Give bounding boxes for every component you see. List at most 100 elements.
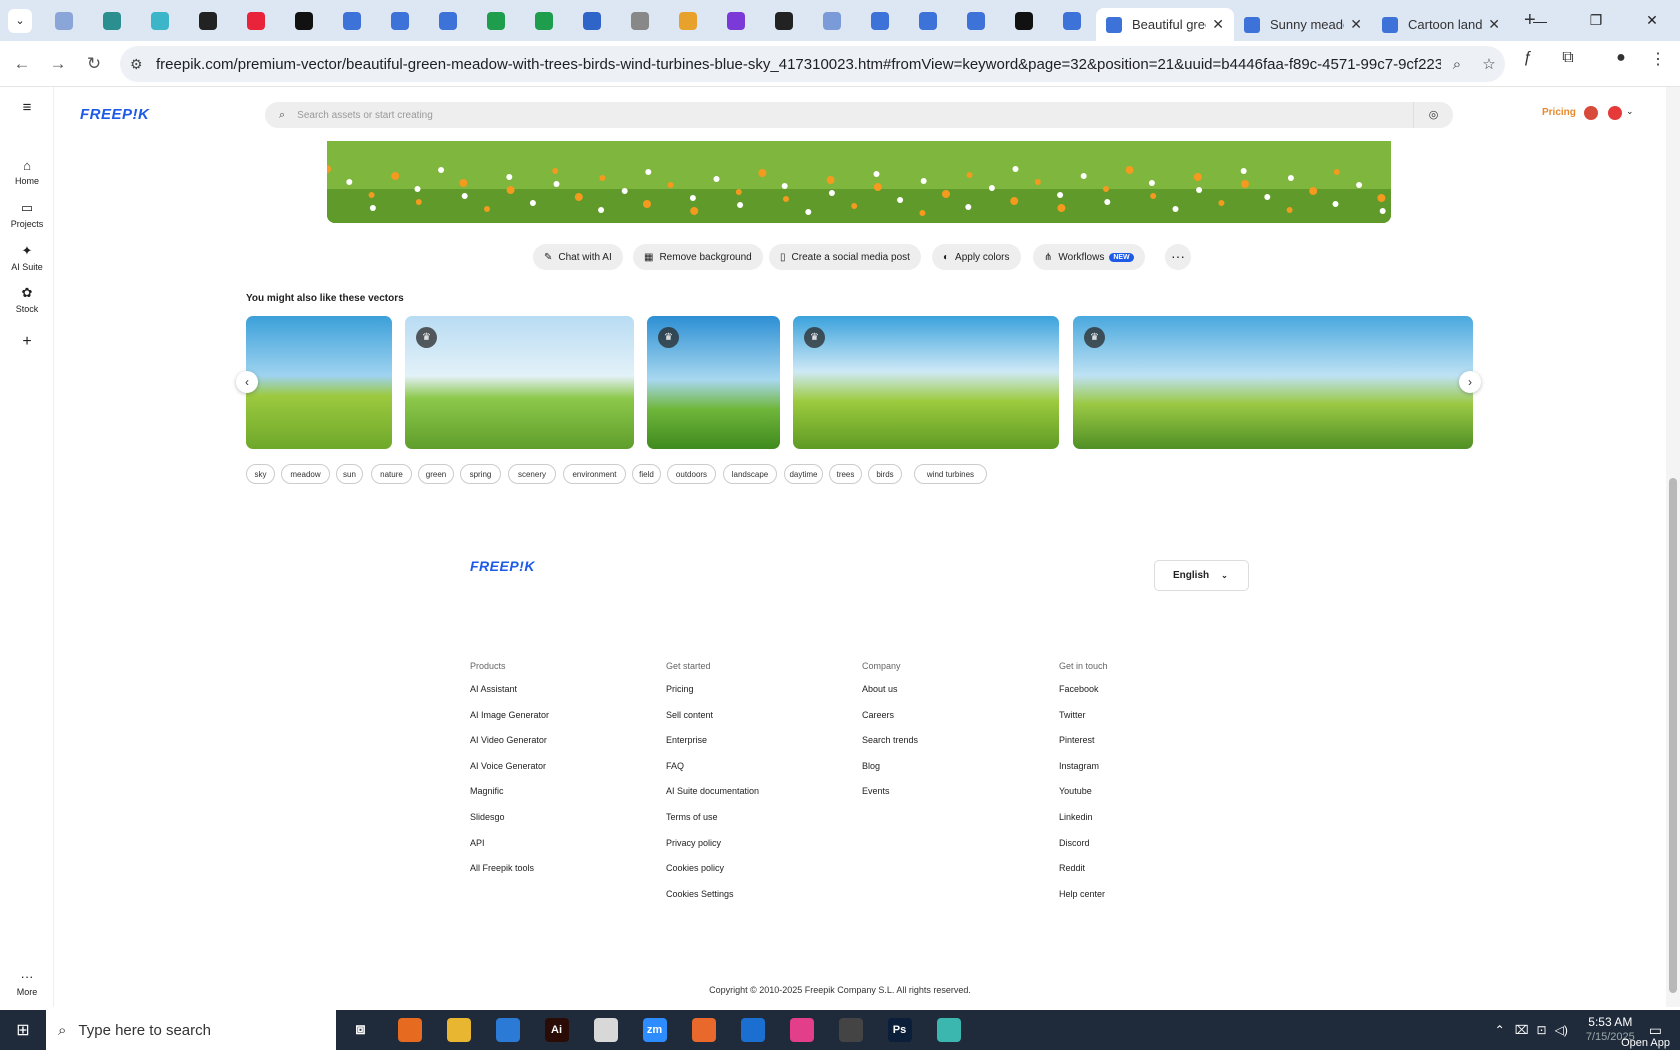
related-card[interactable]: ♛ xyxy=(793,316,1059,449)
profile-avatar-icon[interactable]: ● xyxy=(1606,49,1636,67)
apply-colors-button[interactable]: ◐ Apply colors xyxy=(932,244,1021,270)
windows-start-icon[interactable]: ⊞ xyxy=(0,1020,46,1040)
tab-cartoon-landscape[interactable]: Cartoon landscape ✕ xyxy=(1372,8,1510,41)
tag-sky[interactable]: sky xyxy=(246,464,275,484)
pinned-tab[interactable] xyxy=(904,0,952,41)
scrollbar-thumb[interactable] xyxy=(1669,478,1677,993)
tag-meadow[interactable]: meadow xyxy=(281,464,330,484)
tag-environment[interactable]: environment xyxy=(563,464,626,484)
tag-sun[interactable]: sun xyxy=(336,464,363,484)
create-social-post-button[interactable]: ▯ Create a social media post xyxy=(769,244,921,270)
notifications-icon[interactable]: ▭ xyxy=(1649,1022,1662,1039)
search-input[interactable]: ⌕ Search assets or start creating ◎ xyxy=(265,102,1453,128)
tag-wind-turbines[interactable]: wind turbines xyxy=(914,464,987,484)
taskbar-app-icon[interactable] xyxy=(483,1010,532,1050)
minimize-icon[interactable]: — xyxy=(1512,13,1568,29)
bookmark-star-icon[interactable]: ☆ xyxy=(1473,55,1505,73)
chat-with-ai-button[interactable]: ✎ Chat with AI xyxy=(533,244,623,270)
footer-link[interactable]: Slidesgo xyxy=(470,812,549,838)
pinned-tab[interactable] xyxy=(184,0,232,41)
footer-link[interactable]: Pricing xyxy=(666,684,759,710)
carousel-prev-icon[interactable]: ‹ xyxy=(236,371,258,393)
pinned-tab[interactable] xyxy=(328,0,376,41)
footer-link[interactable]: Instagram xyxy=(1059,761,1108,787)
close-tab-icon[interactable]: ✕ xyxy=(1212,16,1224,33)
tag-trees[interactable]: trees xyxy=(829,464,862,484)
footer-link[interactable]: FAQ xyxy=(666,761,759,787)
pinned-tab[interactable] xyxy=(712,0,760,41)
forward-icon[interactable]: → xyxy=(40,54,76,74)
tag-daytime[interactable]: daytime xyxy=(784,464,823,484)
camera-search-icon[interactable]: ◎ xyxy=(1413,102,1453,128)
wifi-icon[interactable]: ⊡ xyxy=(1537,1023,1547,1037)
footer-link[interactable]: Discord xyxy=(1059,838,1108,864)
taskbar-app-icon[interactable] xyxy=(924,1010,973,1050)
pinned-tab[interactable] xyxy=(856,0,904,41)
pinned-tab[interactable] xyxy=(616,0,664,41)
taskbar-app-icon[interactable] xyxy=(581,1010,630,1050)
address-bar[interactable]: ⚙ freepik.com/premium-vector/beautiful-g… xyxy=(120,46,1505,82)
pinned-tab[interactable] xyxy=(472,0,520,41)
footer-link[interactable]: Privacy policy xyxy=(666,838,759,864)
tag-birds[interactable]: birds xyxy=(868,464,902,484)
pinned-tab[interactable] xyxy=(952,0,1000,41)
footer-link[interactable]: AI Video Generator xyxy=(470,735,549,761)
footer-link[interactable]: AI Assistant xyxy=(470,684,549,710)
add-icon[interactable]: + xyxy=(0,333,54,351)
footer-link[interactable]: Twitter xyxy=(1059,710,1108,736)
footer-link[interactable]: Search trends xyxy=(862,735,918,761)
tag-spring[interactable]: spring xyxy=(460,464,501,484)
restore-icon[interactable]: ❐ xyxy=(1568,12,1624,29)
footer-link[interactable]: Pinterest xyxy=(1059,735,1108,761)
rail-stock[interactable]: ✿ Stock xyxy=(0,285,54,314)
pinned-tab[interactable] xyxy=(376,0,424,41)
pinned-tab[interactable] xyxy=(520,0,568,41)
workflows-button[interactable]: ⋔ Workflows NEW xyxy=(1033,244,1145,270)
pinned-tab[interactable] xyxy=(1000,0,1048,41)
pinned-tab[interactable] xyxy=(88,0,136,41)
footer-link[interactable]: AI Suite documentation xyxy=(666,786,759,812)
related-card[interactable]: ♛ xyxy=(1073,316,1473,449)
footer-link[interactable]: Sell content xyxy=(666,710,759,736)
rail-home[interactable]: ⌂ Home xyxy=(0,158,54,186)
taskbar-app-icon[interactable] xyxy=(826,1010,875,1050)
tag-outdoors[interactable]: outdoors xyxy=(667,464,716,484)
footer-link[interactable]: API xyxy=(470,838,549,864)
related-card[interactable] xyxy=(246,316,392,449)
footer-link[interactable]: Blog xyxy=(862,761,918,787)
tab-sunny-meadow[interactable]: Sunny meadow ✕ xyxy=(1234,8,1372,41)
footer-link[interactable]: Enterprise xyxy=(666,735,759,761)
user-avatar[interactable] xyxy=(1608,106,1622,120)
taskbar-app-icon[interactable] xyxy=(728,1010,777,1050)
footer-link[interactable]: Youtube xyxy=(1059,786,1108,812)
tag-scenery[interactable]: scenery xyxy=(508,464,556,484)
browser-menu-icon[interactable]: ⋮ xyxy=(1643,49,1673,69)
pinned-tab[interactable] xyxy=(232,0,280,41)
footer-link[interactable]: AI Voice Generator xyxy=(470,761,549,787)
chevron-down-icon[interactable]: ⌄ xyxy=(1626,106,1634,117)
close-tab-icon[interactable]: ✕ xyxy=(1350,16,1362,33)
taskbar-search-input[interactable]: ⌕ Type here to search xyxy=(46,1010,336,1050)
footer-link[interactable]: Facebook xyxy=(1059,684,1108,710)
taskbar-app-icon[interactable] xyxy=(385,1010,434,1050)
hamburger-menu-icon[interactable]: ≡ xyxy=(0,99,54,119)
pinned-tab[interactable] xyxy=(280,0,328,41)
footer-link[interactable]: All Freepik tools xyxy=(470,863,549,889)
close-tab-icon[interactable]: ✕ xyxy=(1488,16,1500,33)
footer-link[interactable]: Terms of use xyxy=(666,812,759,838)
volume-icon[interactable]: ◁) xyxy=(1555,1023,1568,1037)
tag-nature[interactable]: nature xyxy=(371,464,412,484)
pinned-tab[interactable] xyxy=(760,0,808,41)
close-window-icon[interactable]: ✕ xyxy=(1624,12,1680,29)
pinned-tab[interactable] xyxy=(664,0,712,41)
footer-link[interactable]: Careers xyxy=(862,710,918,736)
pinned-tab[interactable] xyxy=(1048,0,1096,41)
footer-link[interactable]: About us xyxy=(862,684,918,710)
more-actions-button[interactable]: ··· xyxy=(1165,244,1191,270)
reload-icon[interactable]: ↻ xyxy=(76,54,112,74)
taskbar-app-icon[interactable] xyxy=(434,1010,483,1050)
footer-link[interactable]: Cookies policy xyxy=(666,863,759,889)
pinned-tab[interactable] xyxy=(808,0,856,41)
task-view-icon[interactable]: ⧈ xyxy=(336,1010,385,1050)
tag-field[interactable]: field xyxy=(632,464,661,484)
